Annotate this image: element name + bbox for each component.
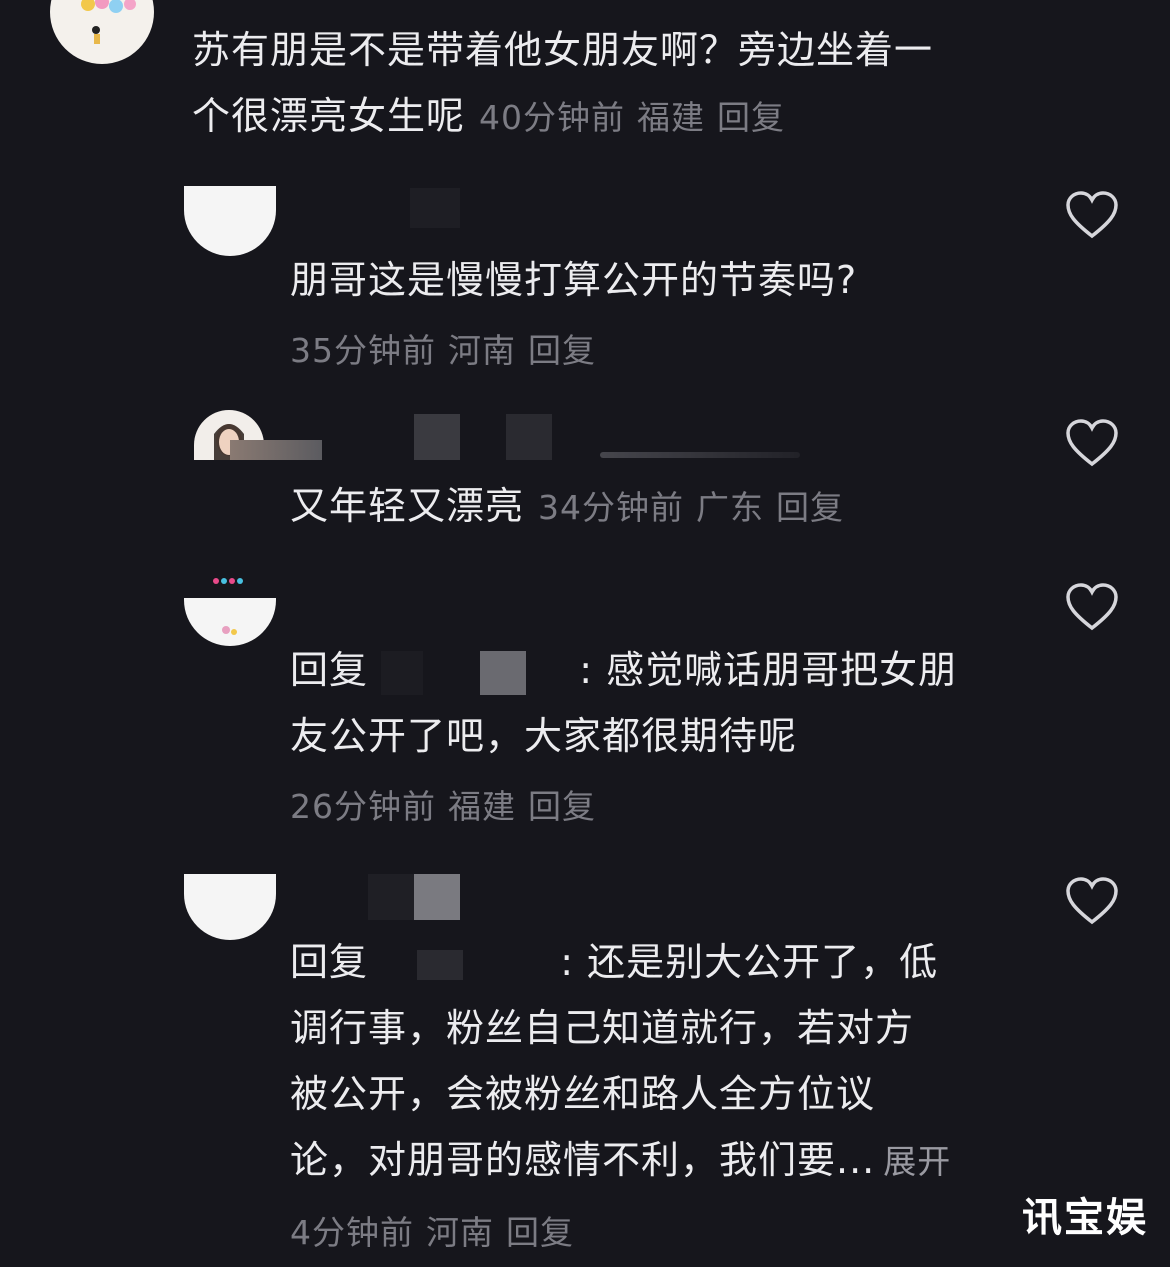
reply-button[interactable]: 回复 [528, 787, 596, 826]
username-fragment [600, 452, 800, 458]
masked-mention [381, 650, 424, 695]
masked-mention [480, 650, 527, 695]
comment-text: 论，对朋哥的感情不利，我们要... 展开 [290, 1128, 951, 1194]
comment-line: : 感觉喊话朋哥把女朋 [579, 648, 958, 692]
balloon-avatar-icon [222, 626, 237, 635]
location: 福建 [448, 787, 516, 826]
comment-line: 友公开了吧，大家都很期待呢 [290, 714, 798, 758]
comment-line: 苏有朋是不是带着他女朋友啊？旁边坐着一 [192, 28, 934, 72]
avatar[interactable] [184, 598, 276, 646]
reply-button[interactable]: 回复 [717, 98, 785, 137]
masked-username [368, 874, 414, 920]
masked-username [414, 874, 460, 920]
comment-line: 个很漂亮女生呢 [192, 94, 466, 138]
expand-button[interactable]: 展开 [883, 1142, 951, 1181]
timestamp: 4分钟前 [290, 1213, 414, 1252]
masked-mention [417, 949, 464, 980]
timestamp: 40分钟前 [479, 98, 626, 137]
timestamp: 34分钟前 [538, 488, 685, 527]
comment-line: 又年轻又漂亮 [290, 484, 525, 528]
masked-username [410, 188, 460, 228]
comment-line: 论，对朋哥的感情不利，我们要... [290, 1138, 876, 1182]
timestamp: 35分钟前 [290, 331, 436, 370]
like-heart-icon[interactable] [1064, 190, 1120, 240]
comment-text: 个很漂亮女生呢 40分钟前 福建 回复 [192, 84, 797, 150]
comment-meta: 4分钟前 河南 回复 [290, 1206, 586, 1254]
balloon-avatar-icon [81, 0, 136, 44]
location: 广东 [696, 488, 765, 527]
avatar-decoration-icon [213, 578, 243, 584]
comment-text: 友公开了吧，大家都很期待呢 [290, 704, 797, 768]
comment-text: 调行事，粉丝自己知道就行，若对方 [290, 996, 914, 1060]
masked-username [414, 414, 460, 460]
avatar[interactable] [50, 0, 154, 64]
comment-line: 被公开，会被粉丝和路人全方位议 [290, 1072, 876, 1116]
location: 河南 [448, 331, 516, 370]
comment-line: 朋哥这是慢慢打算公开的节奏吗? [290, 258, 858, 302]
masked-username [506, 414, 552, 460]
masked-username [230, 440, 322, 460]
avatar[interactable] [184, 874, 276, 940]
like-heart-icon[interactable] [1064, 876, 1120, 926]
comment-meta: 26分钟前 福建 回复 [290, 780, 608, 828]
reply-button[interactable]: 回复 [506, 1213, 574, 1252]
comment-text: 被公开，会被粉丝和路人全方位议 [290, 1062, 875, 1126]
comment-meta: 34分钟前 广东 回复 [538, 488, 856, 527]
comment-line: 调行事，粉丝自己知道就行，若对方 [290, 1006, 915, 1050]
comment-text: 又年轻又漂亮 34分钟前 广东 回复 [290, 474, 856, 540]
location: 河南 [426, 1213, 494, 1252]
comment-text: 朋哥这是慢慢打算公开的节奏吗? [290, 248, 857, 312]
reply-prefix: 回复 [290, 648, 369, 692]
like-heart-icon[interactable] [1064, 582, 1120, 632]
comment-meta: 40分钟前 福建 回复 [479, 98, 797, 137]
like-heart-icon[interactable] [1064, 418, 1120, 468]
reply-button[interactable]: 回复 [776, 488, 844, 527]
comment-thread: 苏有朋是不是带着他女朋友啊？旁边坐着一 个很漂亮女生呢 40分钟前 福建 回复 朋哥这… [0, 0, 1170, 1267]
reply-prefix: 回复 [290, 940, 369, 984]
watermark: 讯宝娱 [1022, 1195, 1148, 1241]
comment-text: 回复 : 感觉喊话朋哥把女朋 [290, 638, 957, 702]
comment-text: 回复 : 还是别大公开了，低 [290, 930, 938, 994]
comment-line: : 还是别大公开了，低 [560, 940, 939, 984]
timestamp: 26分钟前 [290, 787, 436, 826]
avatar[interactable] [184, 186, 276, 256]
comment-text: 苏有朋是不是带着他女朋友啊？旁边坐着一 [192, 18, 933, 82]
reply-button[interactable]: 回复 [528, 331, 596, 370]
location: 福建 [637, 98, 706, 137]
comment-meta: 35分钟前 河南 回复 [290, 324, 608, 372]
